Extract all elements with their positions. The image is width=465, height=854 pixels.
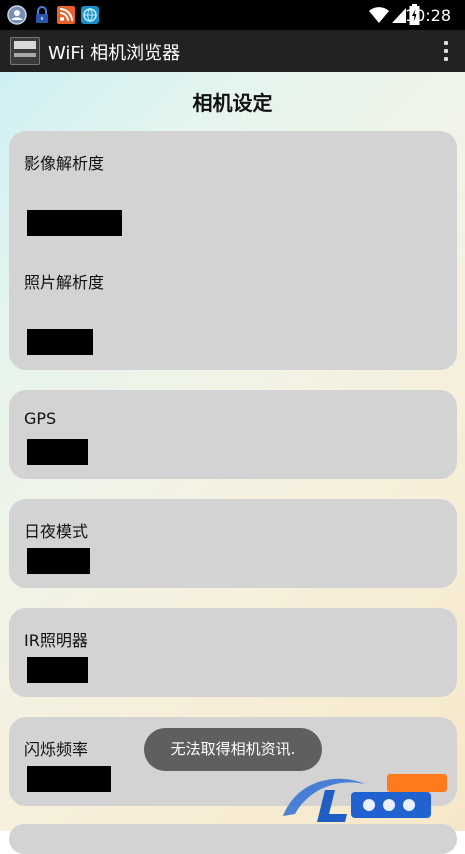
next-settings-card bbox=[9, 824, 457, 854]
overflow-menu-icon[interactable] bbox=[441, 39, 451, 63]
day-night-mode-label: 日夜模式 bbox=[24, 522, 89, 541]
video-resolution-value[interactable] bbox=[27, 210, 122, 236]
app-title: WiFi 相机浏览器 bbox=[48, 43, 181, 64]
wifi-icon bbox=[368, 5, 390, 25]
toast-message: 无法取得相机资讯. bbox=[144, 728, 322, 771]
status-bar: 10:28 bbox=[0, 0, 465, 30]
ir-illuminator-value[interactable] bbox=[27, 657, 88, 683]
site-watermark-logo-icon bbox=[277, 770, 457, 828]
gps-card: GPS bbox=[9, 390, 457, 479]
resolution-card: 影像解析度 照片解析度 bbox=[9, 131, 457, 370]
video-resolution-label: 影像解析度 bbox=[24, 154, 105, 173]
ir-illuminator-card: IR照明器 bbox=[9, 608, 457, 697]
flicker-frequency-value[interactable] bbox=[27, 766, 111, 792]
gps-label: GPS bbox=[24, 409, 57, 428]
user-notification-icon bbox=[7, 5, 27, 25]
settings-content[interactable]: 相机设定 影像解析度 照片解析度 GPS 日夜模式 IR照明器 闪烁频率 bbox=[0, 72, 465, 854]
day-night-mode-value[interactable] bbox=[27, 548, 90, 574]
page-title: 相机设定 bbox=[192, 91, 273, 115]
app-bar: WiFi 相机浏览器 bbox=[0, 30, 465, 72]
flicker-frequency-label: 闪烁频率 bbox=[24, 740, 89, 759]
status-time: 10:28 bbox=[404, 6, 451, 25]
lock-notification-icon bbox=[32, 5, 52, 25]
ir-illuminator-label: IR照明器 bbox=[24, 631, 88, 650]
browser-notification-icon bbox=[80, 5, 100, 25]
gps-value[interactable] bbox=[27, 439, 88, 465]
photo-resolution-value[interactable] bbox=[27, 329, 93, 355]
rss-notification-icon bbox=[56, 5, 76, 25]
night-vision-logo-icon bbox=[10, 37, 40, 65]
day-night-card: 日夜模式 bbox=[9, 499, 457, 588]
photo-resolution-label: 照片解析度 bbox=[24, 273, 105, 292]
